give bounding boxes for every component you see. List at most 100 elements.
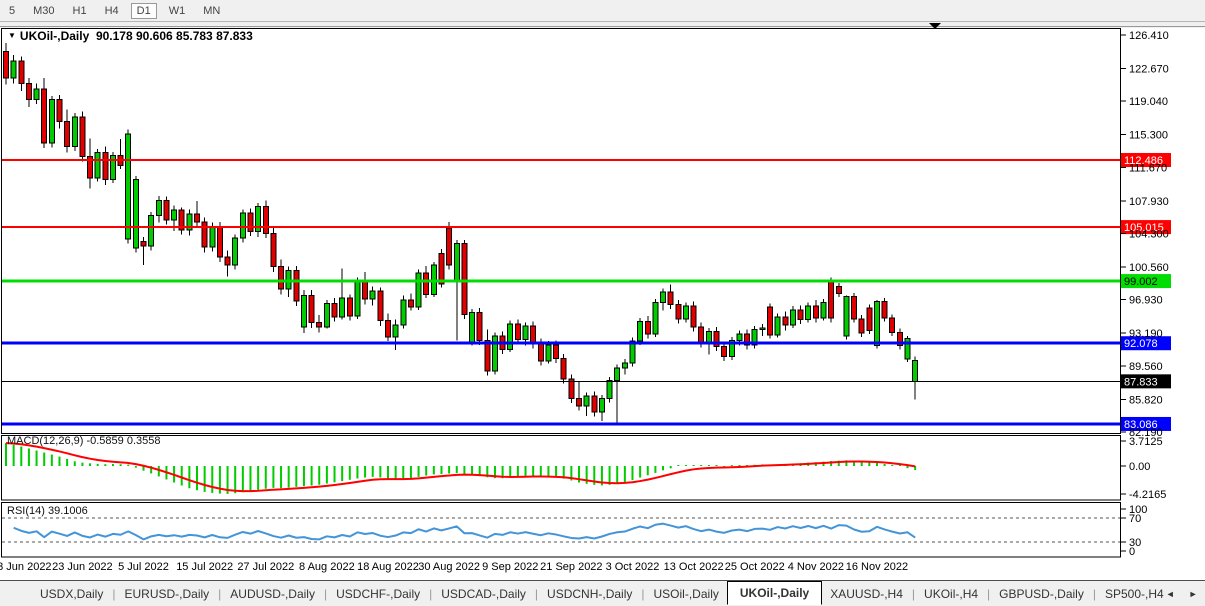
candlestick: [447, 228, 452, 265]
candlestick: [783, 317, 788, 325]
candlestick: [523, 326, 528, 339]
candlestick: [26, 84, 31, 100]
chart-title-symbol: UKOil-,Daily: [20, 29, 89, 43]
tab-separator: |: [641, 587, 644, 601]
tab-scroll-right-icon[interactable]: ►: [1189, 589, 1198, 599]
tab-scroll-arrows: ◄►: [1166, 589, 1205, 599]
price-axis-label: 104.300: [1129, 229, 1169, 241]
candlestick: [355, 281, 360, 316]
candlestick: [615, 368, 620, 381]
macd-axis-label: 3.7125: [1129, 436, 1163, 448]
tab-separator: |: [1093, 587, 1096, 601]
tab-separator: |: [112, 587, 115, 601]
candlestick: [95, 153, 100, 178]
tab-gbpusd-daily[interactable]: GBPUSD-,Daily: [997, 587, 1086, 601]
price-tag-text: 99.002: [1124, 276, 1158, 288]
candlestick: [164, 200, 169, 220]
macd-indicator-label: MACD(12,26,9) -0.5859 0.3558: [7, 435, 160, 447]
candlestick: [790, 310, 795, 325]
candlestick: [72, 117, 77, 147]
candlestick: [538, 344, 543, 361]
price-axis-label: 89.560: [1129, 361, 1163, 373]
candlestick: [569, 379, 574, 399]
candlestick: [683, 306, 688, 319]
date-axis-label: 23 Jun 2022: [52, 561, 113, 573]
candlestick: [890, 318, 895, 332]
candlestick: [317, 322, 322, 326]
candlestick: [577, 399, 582, 406]
candlestick: [699, 327, 704, 343]
tab-separator: |: [912, 587, 915, 601]
tab-sp500-h4[interactable]: SP500-,H4: [1103, 587, 1166, 601]
candlestick: [141, 242, 146, 246]
chart-title: ▼ UKOil-,Daily 90.178 90.606 85.783 87.83…: [8, 29, 253, 43]
candlestick: [470, 313, 475, 343]
candlestick: [65, 121, 70, 146]
tab-usdcnh-daily[interactable]: USDCNH-,Daily: [545, 587, 634, 601]
chart-canvas[interactable]: 112.486105.01599.00292.07887.83383.08612…: [0, 22, 1205, 580]
macd-axis-label: 0.00: [1129, 461, 1150, 473]
candlestick: [722, 347, 727, 357]
candlestick: [584, 396, 589, 406]
candlestick: [424, 273, 429, 295]
candlestick: [401, 300, 406, 325]
timeframe-button-H4[interactable]: H4: [99, 3, 125, 19]
tab-audusd-daily[interactable]: AUDUSD-,Daily: [228, 587, 317, 601]
timeframe-button-5[interactable]: 5: [3, 3, 21, 19]
tab-usdx-daily[interactable]: USDX,Daily: [38, 587, 105, 601]
date-axis-label: 21 Sep 2022: [540, 561, 602, 573]
candlestick: [156, 200, 161, 215]
tab-separator: |: [987, 587, 990, 601]
candlestick: [661, 292, 666, 303]
tab-eurusd-daily[interactable]: EURUSD-,Daily: [122, 587, 211, 601]
candlestick: [638, 321, 643, 341]
candlestick: [11, 61, 16, 78]
timeframe-button-MN[interactable]: MN: [197, 3, 226, 19]
timeframe-button-D1[interactable]: D1: [131, 3, 157, 19]
tab-xauusd-h4[interactable]: XAUUSD-,H4: [828, 587, 905, 601]
date-axis-label: 8 Aug 2022: [299, 561, 355, 573]
candlestick: [416, 273, 421, 307]
tab-scroll-left-icon[interactable]: ◄: [1166, 589, 1175, 599]
rsi-panel: [2, 503, 1121, 558]
candlestick: [248, 213, 253, 232]
candlestick: [821, 303, 826, 318]
candlestick: [829, 280, 834, 318]
date-axis-label: 18 Aug 2022: [357, 561, 419, 573]
timeframe-button-M30[interactable]: M30: [27, 3, 60, 19]
candlestick: [42, 89, 47, 143]
candlestick: [57, 100, 62, 122]
date-axis-label: 15 Jul 2022: [176, 561, 233, 573]
candlestick: [622, 363, 627, 368]
date-axis-label: 30 Aug 2022: [418, 561, 480, 573]
price-axis-label: 85.820: [1129, 394, 1163, 406]
candlestick: [386, 321, 391, 337]
candlestick: [531, 326, 536, 344]
candlestick: [592, 396, 597, 412]
chart-title-ohlc: 90.178 90.606 85.783 87.833: [96, 29, 253, 43]
tab-usdcad-daily[interactable]: USDCAD-,Daily: [439, 587, 528, 601]
date-axis-label: 4 Nov 2022: [788, 561, 844, 573]
tab-ukoil-h4[interactable]: UKOil-,H4: [922, 587, 980, 601]
tab-usoil-daily[interactable]: USOil-,Daily: [652, 587, 721, 601]
candlestick: [340, 298, 345, 317]
candlestick: [263, 207, 268, 234]
timeframe-button-H1[interactable]: H1: [67, 3, 93, 19]
chart-collapse-icon[interactable]: ▼: [8, 31, 16, 40]
candlestick: [806, 306, 811, 319]
symbol-tab-bar: USDX,Daily | EURUSD-,Daily | AUDUSD-,Daily | U…: [0, 580, 1205, 606]
tab-ukoil-daily[interactable]: UKOil-,Daily: [727, 581, 822, 605]
candlestick: [279, 267, 284, 289]
tab-usdchf-daily[interactable]: USDCHF-,Daily: [334, 587, 422, 601]
candlestick: [737, 334, 742, 340]
candlestick: [867, 308, 872, 330]
macd-axis-label: -4.2165: [1129, 489, 1166, 501]
candlestick: [240, 213, 245, 238]
candlestick: [798, 310, 803, 320]
candlestick: [202, 222, 207, 247]
candlestick: [676, 304, 681, 318]
candlestick: [554, 345, 559, 358]
timeframe-button-W1[interactable]: W1: [163, 3, 192, 19]
price-axis-label: 107.930: [1129, 196, 1169, 208]
price-axis-label: 122.670: [1129, 64, 1169, 76]
